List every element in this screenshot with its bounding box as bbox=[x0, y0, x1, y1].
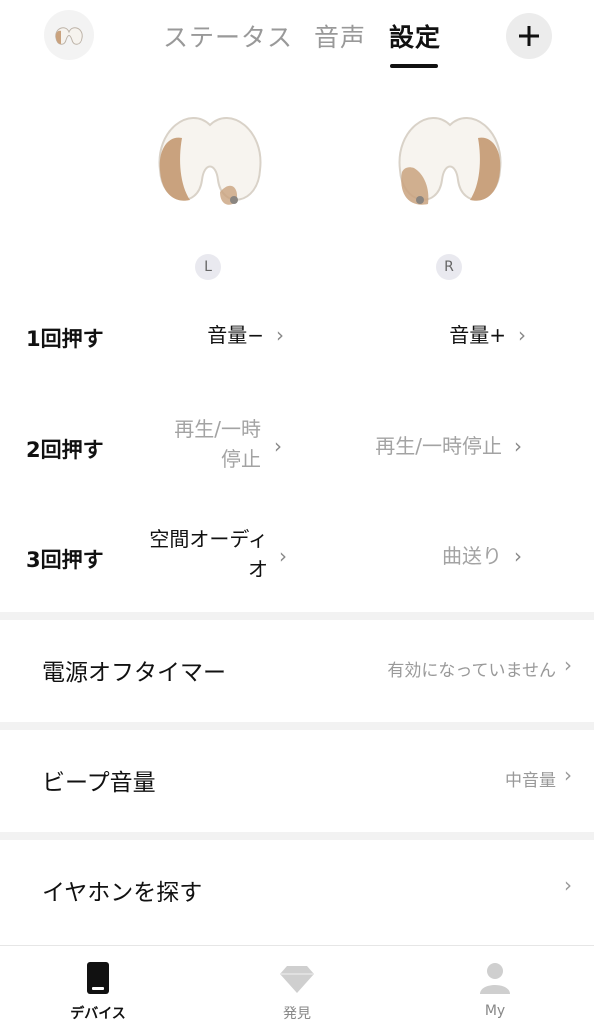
tab-settings[interactable]: 設定 bbox=[389, 18, 441, 54]
nav-discover[interactable]: 発見 bbox=[237, 946, 357, 1025]
section-divider bbox=[0, 722, 594, 730]
left-single-press-value[interactable]: 音量− bbox=[207, 320, 264, 350]
right-earbud-image bbox=[390, 100, 510, 220]
plus-icon bbox=[519, 26, 539, 46]
setting-value: 中音量 bbox=[505, 771, 556, 791]
add-device-button[interactable] bbox=[506, 13, 552, 59]
right-double-press-value[interactable]: 再生/一時停止 bbox=[375, 431, 502, 461]
bottom-navigation: デバイス 発見 My bbox=[0, 945, 594, 1025]
section-divider bbox=[0, 832, 594, 840]
tab-audio[interactable]: 音声 bbox=[314, 18, 366, 54]
power-off-timer-row[interactable]: 電源オフタイマー 有効になっていません › bbox=[0, 620, 594, 722]
press-row-single: 1回押す 音量− › 音量+ › bbox=[0, 306, 594, 366]
press-row-label: 2回押す bbox=[26, 438, 104, 462]
beep-volume-row[interactable]: ビープ音量 中音量 › bbox=[0, 730, 594, 832]
press-row-double: 2回押す 再生/一時 停止 › 再生/一時停止 › bbox=[0, 410, 594, 486]
top-tabs: ステータス 音声 設定 bbox=[0, 0, 594, 80]
chevron-right-icon: › bbox=[564, 873, 572, 897]
right-triple-press-value[interactable]: 曲送り bbox=[442, 541, 502, 571]
chevron-right-icon: › bbox=[276, 323, 284, 347]
left-triple-press-value[interactable]: 空間オーディ オ bbox=[149, 524, 268, 584]
press-row-label: 3回押す bbox=[26, 548, 104, 572]
left-double-press-value[interactable]: 再生/一時 停止 bbox=[174, 414, 261, 474]
find-earbuds-row[interactable]: イヤホンを探す › bbox=[0, 840, 594, 942]
chevron-right-icon: › bbox=[514, 434, 522, 458]
press-row-label: 1回押す bbox=[26, 327, 104, 351]
nav-label: My bbox=[484, 1003, 506, 1019]
nav-label: デバイス bbox=[70, 1006, 126, 1022]
value-line: 停止 bbox=[221, 447, 261, 471]
chevron-right-icon: › bbox=[279, 544, 287, 568]
value-line: オ bbox=[248, 557, 268, 581]
chevron-right-icon: › bbox=[274, 434, 282, 458]
nav-label: 発見 bbox=[283, 1006, 311, 1022]
left-side-badge: L bbox=[195, 254, 221, 280]
press-row-triple: 3回押す 空間オーディ オ › 曲送り › bbox=[0, 520, 594, 596]
diamond-icon bbox=[280, 966, 314, 993]
chevron-right-icon: › bbox=[514, 544, 522, 568]
active-tab-indicator bbox=[390, 64, 438, 68]
setting-label: 電源オフタイマー bbox=[42, 660, 226, 686]
setting-label: ビープ音量 bbox=[42, 770, 156, 796]
right-single-press-value[interactable]: 音量+ bbox=[449, 320, 506, 350]
left-earbud-image bbox=[150, 100, 270, 220]
right-side-badge: R bbox=[436, 254, 462, 280]
device-icon bbox=[87, 962, 109, 994]
value-line: 空間オーディ bbox=[149, 527, 268, 551]
nav-my[interactable]: My bbox=[435, 946, 555, 1025]
chevron-right-icon: › bbox=[518, 323, 526, 347]
person-icon bbox=[480, 963, 510, 994]
tab-status[interactable]: ステータス bbox=[163, 18, 293, 54]
section-divider bbox=[0, 612, 594, 620]
top-header: ステータス 音声 設定 bbox=[0, 0, 594, 80]
value-line: 再生/一時 bbox=[174, 417, 261, 441]
setting-label: イヤホンを探す bbox=[42, 880, 203, 906]
setting-value: 有効になっていません bbox=[387, 661, 556, 681]
chevron-right-icon: › bbox=[564, 653, 572, 677]
nav-device[interactable]: デバイス bbox=[38, 946, 158, 1025]
chevron-right-icon: › bbox=[564, 763, 572, 787]
